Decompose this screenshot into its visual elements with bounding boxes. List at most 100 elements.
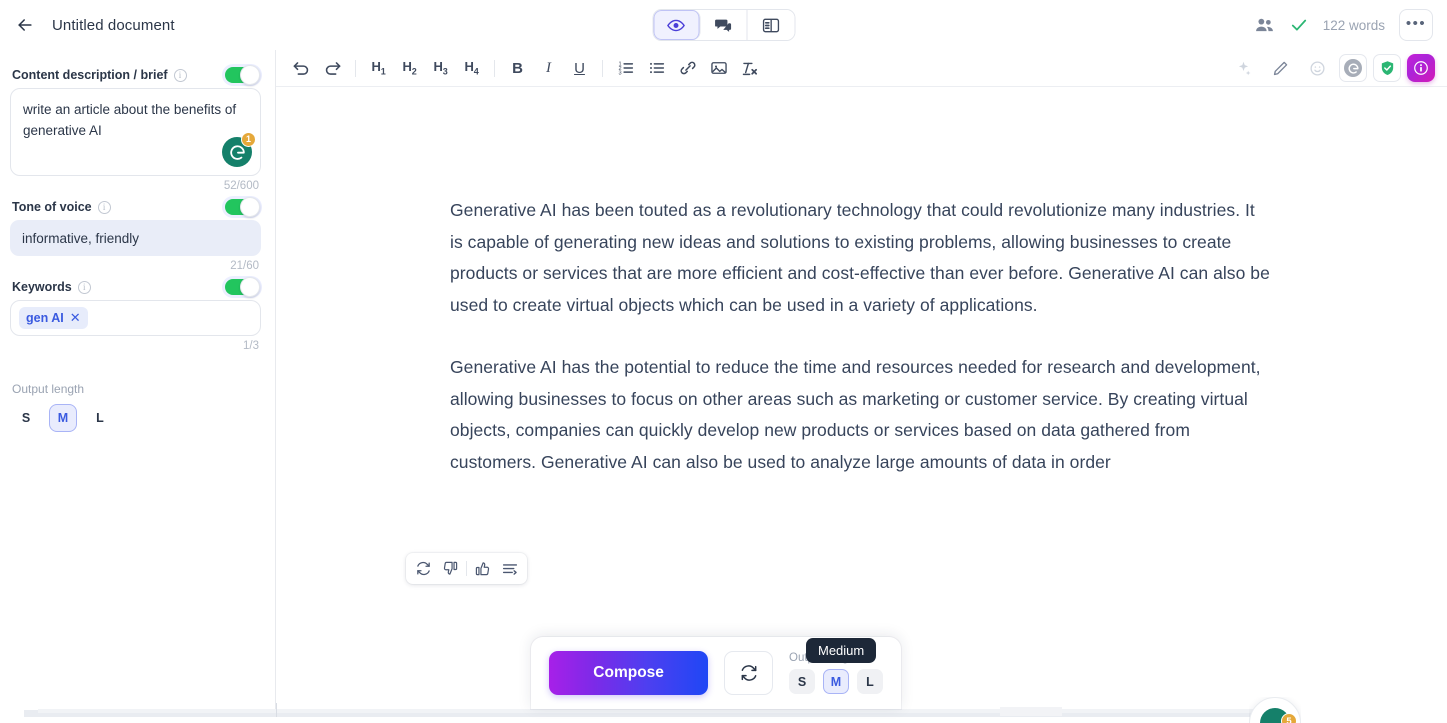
thumbs-down-button[interactable] bbox=[437, 555, 464, 582]
content-description-value: write an article about the benefits of g… bbox=[23, 102, 237, 138]
compose-length-l[interactable]: L bbox=[857, 669, 883, 694]
compose-length-m[interactable]: M bbox=[823, 669, 849, 694]
h3-sub: 3 bbox=[442, 66, 448, 77]
content-description-label: Content description / brief bbox=[12, 68, 168, 82]
emoji-button[interactable] bbox=[1302, 54, 1333, 82]
app-root: Untitled document 122 words ••• Content … bbox=[0, 0, 1447, 723]
document-scroll-area[interactable]: Generative AI has been touted as a revol… bbox=[276, 87, 1447, 723]
info-icon[interactable]: i bbox=[173, 68, 187, 82]
people-icon bbox=[1255, 18, 1273, 31]
h4-label: H bbox=[464, 59, 474, 75]
italic-label: I bbox=[546, 59, 551, 76]
keywords-toggle[interactable] bbox=[225, 277, 260, 297]
shield-check-icon bbox=[1381, 61, 1393, 75]
image-icon bbox=[710, 62, 727, 74]
preview-toggle-button[interactable] bbox=[653, 10, 700, 40]
keywords-header: Keywords i bbox=[10, 274, 261, 300]
content-description-toggle[interactable] bbox=[225, 65, 260, 85]
grammarly-floating-widget[interactable]: 5 bbox=[1249, 697, 1301, 723]
info-icon[interactable]: i bbox=[77, 280, 91, 294]
thumbs-up-button[interactable] bbox=[469, 555, 496, 582]
h3-label: H bbox=[433, 59, 443, 75]
output-length-s[interactable]: S bbox=[12, 404, 40, 432]
more-options-label: ••• bbox=[1405, 15, 1427, 32]
ai-sparkle-button[interactable] bbox=[1228, 54, 1259, 82]
tone-of-voice-input[interactable]: informative, friendly bbox=[10, 220, 261, 256]
keywords-input[interactable]: gen AI ✕ bbox=[10, 300, 261, 336]
numbered-list-icon: 1 2 3 bbox=[618, 61, 633, 76]
image-button[interactable] bbox=[703, 54, 734, 82]
pen-button[interactable] bbox=[1265, 54, 1296, 82]
continue-writing-button[interactable] bbox=[496, 555, 523, 582]
compose-length-s[interactable]: S bbox=[789, 669, 815, 694]
redo-button[interactable] bbox=[317, 54, 348, 82]
compose-button[interactable]: Compose bbox=[549, 651, 709, 695]
grammarly-button[interactable] bbox=[1339, 54, 1367, 82]
collaborators-button[interactable] bbox=[1254, 15, 1275, 36]
document-body[interactable]: Generative AI has been touted as a revol… bbox=[276, 87, 1447, 478]
compose-regenerate-button[interactable] bbox=[724, 651, 773, 695]
editor-toolbar-right bbox=[1228, 54, 1435, 82]
eye-icon bbox=[667, 19, 685, 31]
bullet-list-button[interactable] bbox=[641, 54, 672, 82]
heading-1-button[interactable]: H1 bbox=[363, 54, 394, 82]
continue-writing-icon bbox=[502, 563, 517, 575]
panel-toggle-button[interactable] bbox=[747, 10, 794, 40]
h1-label: H bbox=[371, 59, 381, 75]
document-title[interactable]: Untitled document bbox=[52, 17, 175, 34]
grammarly-glyph bbox=[1347, 63, 1359, 74]
settings-sidebar: Content description / brief i write an a… bbox=[0, 50, 276, 723]
close-icon[interactable]: ✕ bbox=[70, 310, 81, 326]
regenerate-icon bbox=[741, 665, 757, 681]
italic-button[interactable]: I bbox=[533, 54, 564, 82]
clear-formatting-button[interactable] bbox=[734, 54, 765, 82]
keyword-chip-label: gen AI bbox=[26, 311, 64, 325]
bold-button[interactable]: B bbox=[502, 54, 533, 82]
grammarly-issue-count: 1 bbox=[241, 132, 256, 147]
ordered-list-button[interactable]: 1 2 3 bbox=[610, 54, 641, 82]
output-length-m[interactable]: M bbox=[49, 404, 77, 432]
more-options-button[interactable]: ••• bbox=[1399, 9, 1433, 41]
pen-icon bbox=[1273, 61, 1288, 75]
toolbar-divider bbox=[602, 59, 603, 77]
info-icon[interactable]: i bbox=[97, 200, 111, 214]
editor-toolbar: H1 H2 H3 H4 B I U 1 2 3 bbox=[276, 50, 1447, 87]
bottom-strip-divider bbox=[276, 703, 277, 717]
toggle-knob bbox=[240, 277, 260, 297]
h4-sub: 4 bbox=[473, 66, 479, 77]
heading-4-button[interactable]: H4 bbox=[456, 54, 487, 82]
tone-of-voice-field: Tone of voice i informative, friendly 21… bbox=[10, 194, 261, 272]
undo-icon bbox=[293, 61, 309, 75]
comment-icon bbox=[715, 19, 732, 32]
output-length-l[interactable]: L bbox=[86, 404, 114, 432]
content-description-input[interactable]: write an article about the benefits of g… bbox=[10, 88, 261, 176]
regenerate-button[interactable] bbox=[410, 555, 437, 582]
editor-column: H1 H2 H3 H4 B I U 1 2 3 Generative AI ha… bbox=[276, 50, 1447, 723]
tone-of-voice-label: Tone of voice bbox=[12, 200, 92, 214]
underline-button[interactable]: U bbox=[564, 54, 595, 82]
link-button[interactable] bbox=[672, 54, 703, 82]
arrow-left-icon bbox=[18, 19, 32, 31]
grammarly-issue-count: 5 bbox=[1281, 713, 1297, 723]
plagiarism-check-button[interactable] bbox=[1373, 54, 1401, 82]
grammarly-badge[interactable]: 1 bbox=[222, 132, 256, 167]
heading-2-button[interactable]: H2 bbox=[394, 54, 425, 82]
document-paragraph: Generative AI has been touted as a revol… bbox=[450, 200, 1270, 315]
bottom-strip-accent bbox=[1000, 707, 1062, 716]
view-mode-group bbox=[652, 9, 795, 41]
info-button[interactable] bbox=[1407, 54, 1435, 82]
svg-text:3: 3 bbox=[618, 70, 621, 76]
content-description-counter: 52/600 bbox=[223, 180, 259, 192]
toolbar-divider bbox=[494, 59, 495, 77]
tone-of-voice-toggle[interactable] bbox=[225, 197, 260, 217]
back-button[interactable] bbox=[12, 12, 38, 38]
heading-3-button[interactable]: H3 bbox=[425, 54, 456, 82]
comments-toggle-button[interactable] bbox=[700, 10, 747, 40]
view-mode-switch bbox=[652, 9, 795, 41]
undo-button[interactable] bbox=[286, 54, 317, 82]
content-description-field: Content description / brief i write an a… bbox=[10, 62, 261, 192]
sidebar-panel-icon bbox=[762, 18, 779, 32]
keyword-chip[interactable]: gen AI ✕ bbox=[19, 307, 88, 329]
thumbs-up-icon bbox=[475, 562, 490, 576]
generation-feedback-bar bbox=[406, 553, 527, 584]
